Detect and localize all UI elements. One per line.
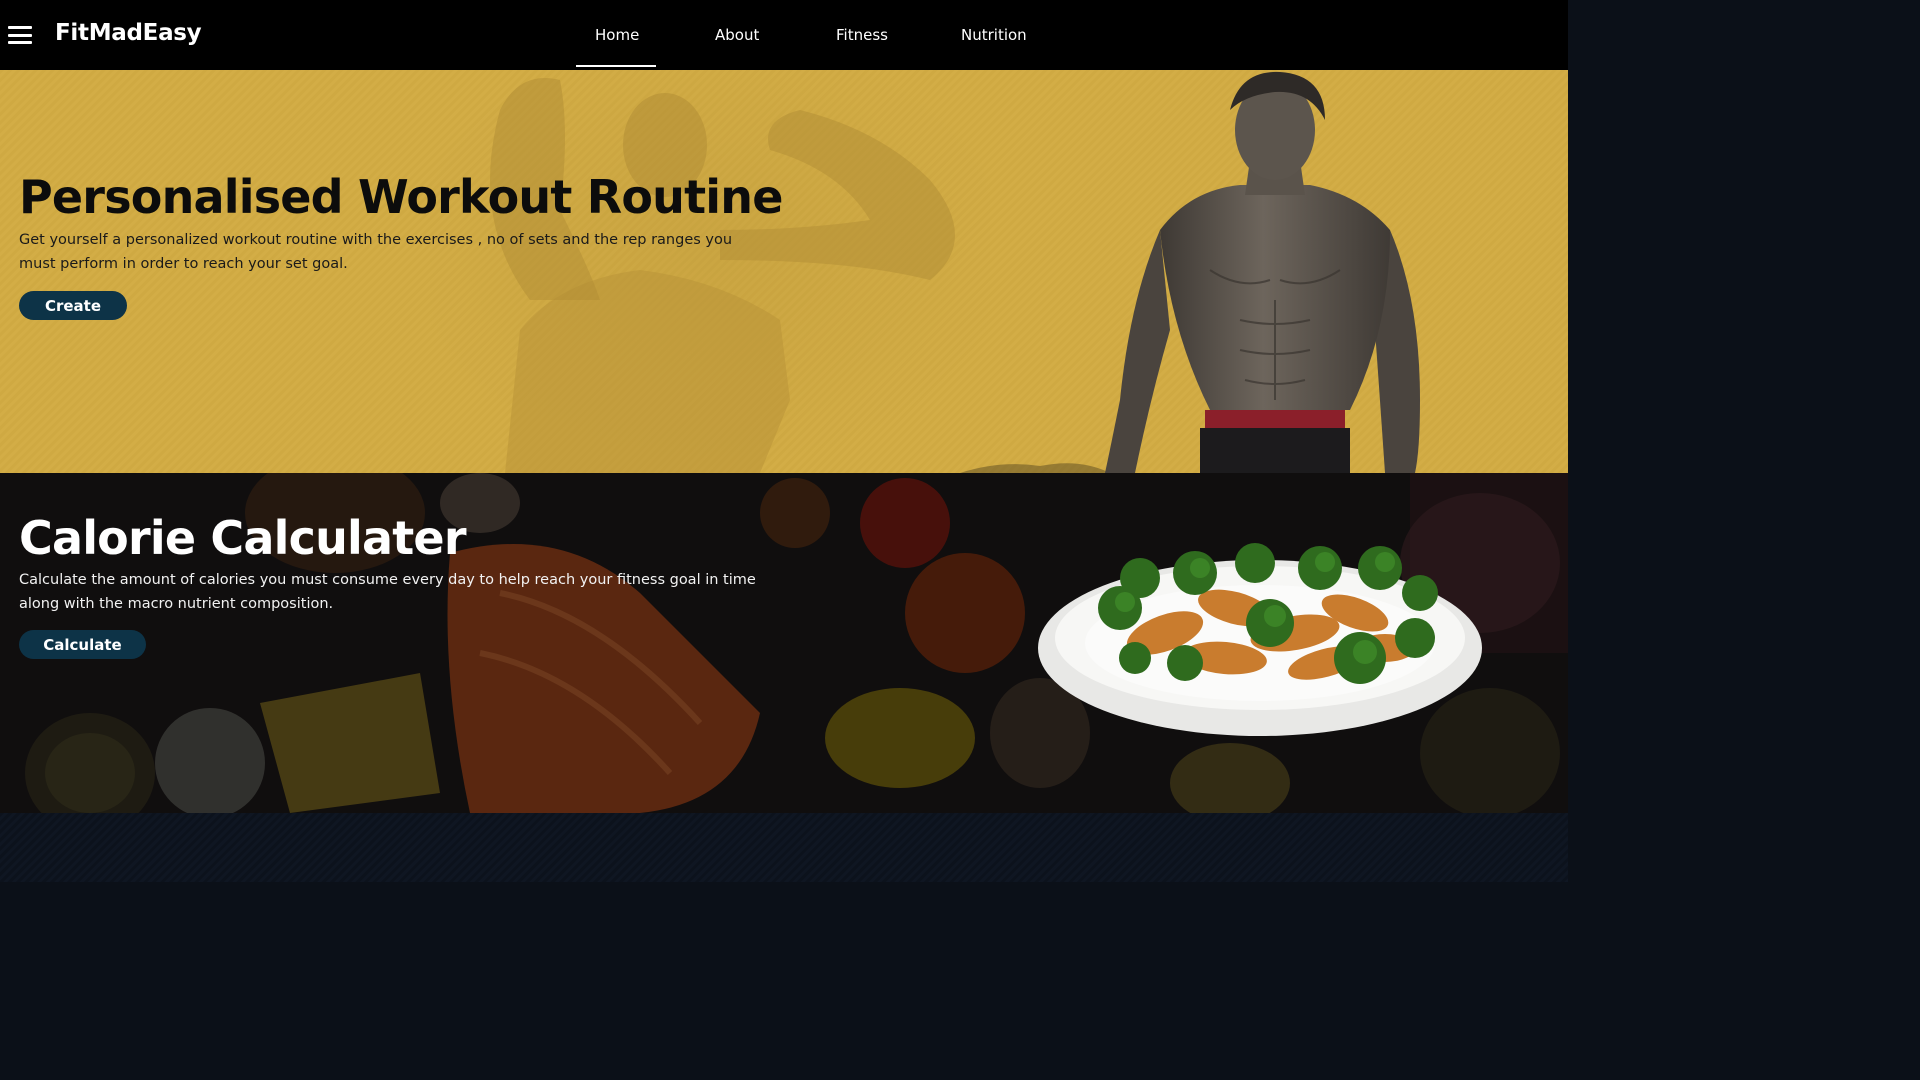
hamburger-menu-icon[interactable] bbox=[8, 26, 32, 44]
workout-description: Get yourself a personalized workout rout… bbox=[19, 232, 733, 272]
calorie-section: Calorie Calculater Calculate the amount … bbox=[0, 473, 1568, 813]
nav-link-home[interactable]: Home bbox=[595, 26, 639, 44]
calculate-button[interactable]: Calculate bbox=[19, 630, 146, 659]
top-navbar: FitMadEasy Home About Fitness Nutrition bbox=[0, 0, 1568, 70]
nav-link-nutrition[interactable]: Nutrition bbox=[961, 26, 1027, 44]
create-button[interactable]: Create bbox=[19, 291, 127, 320]
nav-link-about[interactable]: About bbox=[715, 26, 759, 44]
fitness-model-image bbox=[1105, 71, 1420, 473]
brand-logo[interactable]: FitMadEasy bbox=[55, 20, 202, 46]
calorie-description: Calculate the amount of calories you mus… bbox=[19, 572, 756, 612]
calorie-title: Calorie Calculater bbox=[19, 511, 467, 565]
page-footer-band bbox=[0, 813, 1568, 882]
workout-section: Personalised Workout Routine Get yoursel… bbox=[0, 70, 1568, 473]
active-nav-indicator bbox=[576, 65, 656, 67]
chicken-broccoli-plate-image bbox=[1038, 543, 1482, 736]
workout-title: Personalised Workout Routine bbox=[19, 170, 783, 224]
nav-link-fitness[interactable]: Fitness bbox=[836, 26, 888, 44]
